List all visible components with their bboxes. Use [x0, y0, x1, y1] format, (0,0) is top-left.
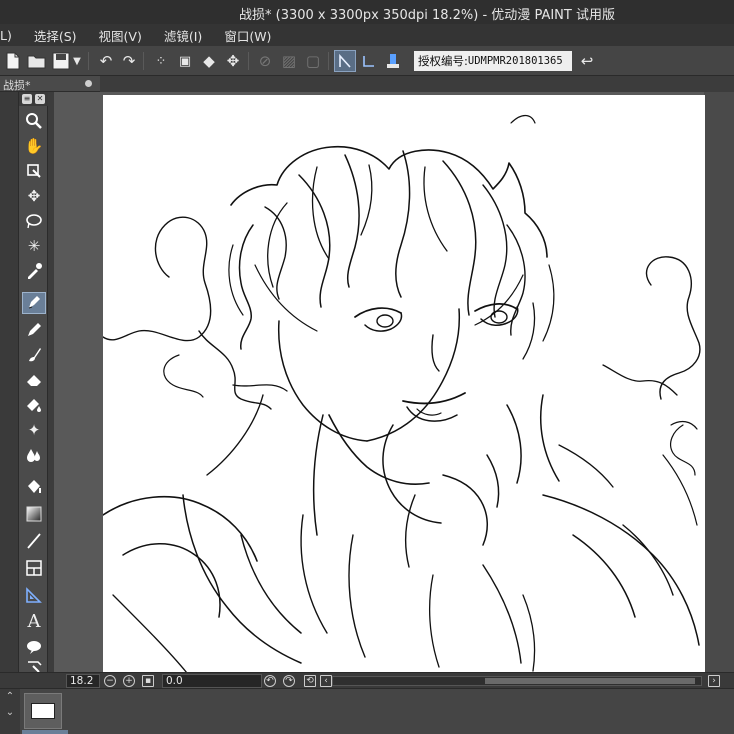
sketch-drawing: [103, 114, 701, 673]
menu-item-filter[interactable]: 滤镜(I): [153, 26, 213, 45]
snap-ruler-icon[interactable]: [334, 50, 356, 72]
snap-grid-icon[interactable]: [358, 50, 380, 72]
left-dock-strip: [0, 92, 18, 676]
hand-tool-icon[interactable]: ✋: [22, 135, 46, 157]
canvas-paper[interactable]: [103, 95, 705, 673]
bottom-panel: ⌃ ⌄: [0, 688, 734, 734]
document-tab-title: 战损*: [3, 79, 31, 92]
vertical-scrollbar[interactable]: [704, 92, 734, 676]
menu-bar: L) 选择(S) 视图(V) 滤镜(I) 窗口(W): [0, 24, 734, 46]
license-code: UDMPMR201801365: [467, 55, 563, 67]
zoom-tool-icon[interactable]: [22, 110, 46, 132]
pencil-tool-icon[interactable]: [22, 319, 46, 341]
rotate-right-icon[interactable]: ↷: [283, 675, 295, 687]
blend-tool-icon[interactable]: [22, 444, 46, 466]
license-label: 授权编号:: [418, 54, 468, 68]
command-toolbar: ▼ ↶ ↷ ⁘ ▣ ◆ ✥ ⊘ ▨ ▢ 授权编号: UDMPMR201801365…: [0, 46, 734, 76]
undo-icon[interactable]: ↶: [95, 50, 117, 72]
tool-palette: ≡ ✕ ✋ ✥ ✳ ✦ A: [18, 92, 49, 676]
window-title: 战损* (3300 x 3300px 350dpi 18.2%) - 优动漫 P…: [239, 8, 615, 23]
palette-header: ≡ ✕: [19, 92, 49, 106]
lasso-tool-icon[interactable]: [22, 210, 46, 232]
brush-tool-icon[interactable]: [22, 344, 46, 366]
transform-icon[interactable]: ▣: [174, 50, 196, 72]
pen-tool-icon[interactable]: [22, 292, 46, 314]
scroll-right-icon[interactable]: ›: [708, 675, 720, 687]
fill-selection-icon[interactable]: ◆: [198, 50, 220, 72]
zoom-out-icon[interactable]: −: [104, 675, 116, 687]
menu-item-window[interactable]: 窗口(W): [213, 26, 282, 45]
palette-close-icon[interactable]: ✕: [35, 94, 45, 104]
gradient-tool-icon[interactable]: [22, 503, 46, 525]
return-arrow-icon[interactable]: ↩: [576, 50, 598, 72]
document-tab[interactable]: 战损*: [0, 76, 100, 92]
fill-tool-icon[interactable]: [22, 394, 46, 416]
horizontal-scrollbar[interactable]: [332, 676, 702, 686]
reset-rotation-icon[interactable]: ⟲: [304, 675, 316, 687]
grid-icon[interactable]: ▨: [278, 50, 300, 72]
object-tool-icon[interactable]: [22, 160, 46, 182]
balloon-tool-icon[interactable]: [22, 636, 46, 658]
scroll-left-icon[interactable]: ‹: [320, 675, 332, 687]
zoom-value-field[interactable]: 18.2: [66, 674, 100, 688]
thumbnail-selected-indicator: [22, 730, 68, 734]
frame-tool-icon[interactable]: [22, 557, 46, 579]
ruler-tool-icon[interactable]: [22, 584, 46, 606]
frame-icon[interactable]: ▢: [302, 50, 324, 72]
toolbar-separator: [143, 52, 144, 70]
text-tool-icon[interactable]: A: [22, 610, 46, 632]
title-bar: 战损* (3300 x 3300px 350dpi 18.2%) - 优动漫 P…: [0, 0, 734, 24]
menu-item-select[interactable]: 选择(S): [23, 26, 88, 45]
redo-icon[interactable]: ↷: [118, 50, 140, 72]
app-window: 战损* (3300 x 3300px 350dpi 18.2%) - 优动漫 P…: [0, 0, 734, 734]
new-file-icon[interactable]: [2, 50, 24, 72]
show-ruler-icon[interactable]: ⊘: [254, 50, 276, 72]
rotation-value-field[interactable]: 0.0: [162, 674, 262, 688]
line-tool-icon[interactable]: [22, 530, 46, 552]
menu-item-partial[interactable]: L): [0, 28, 23, 43]
chevron-down-icon[interactable]: ▼: [70, 50, 84, 72]
tab-close-dot-icon[interactable]: [85, 80, 92, 87]
toolbar-separator: [88, 52, 89, 70]
crop-icon[interactable]: ✥: [222, 50, 244, 72]
open-file-icon[interactable]: [26, 50, 48, 72]
license-number: 授权编号: UDMPMR201801365: [414, 51, 572, 71]
save-file-icon[interactable]: [50, 50, 72, 72]
rotate-left-icon[interactable]: ↶: [264, 675, 276, 687]
magic-wand-tool-icon[interactable]: ✳: [22, 235, 46, 257]
eraser-tool-icon[interactable]: [22, 369, 46, 391]
bucket-tool-icon[interactable]: [22, 476, 46, 498]
status-bar: 18.2 − + ▪ 0.0 ↶ ↷ ⟲ ‹ ›: [0, 672, 734, 688]
panel-collapse-icon[interactable]: ⌃ ⌄: [0, 689, 20, 734]
zoom-in-icon[interactable]: +: [123, 675, 135, 687]
menu-item-view[interactable]: 视图(V): [88, 26, 153, 45]
toolbar-separator: [328, 52, 329, 70]
canvas-thumbnail[interactable]: [24, 693, 62, 729]
toolbar-separator: [248, 52, 249, 70]
horizontal-scroll-thumb[interactable]: [485, 678, 695, 684]
sparkle-tool-icon[interactable]: ✦: [22, 419, 46, 441]
move-tool-icon[interactable]: ✥: [22, 185, 46, 207]
thumbnail-page: [31, 703, 55, 719]
deselect-icon[interactable]: ⁘: [150, 50, 172, 72]
fit-view-icon[interactable]: ▪: [142, 675, 154, 687]
snap-perspective-icon[interactable]: [382, 50, 404, 72]
eyedropper-tool-icon[interactable]: [22, 260, 46, 282]
palette-menu-icon[interactable]: ≡: [22, 94, 32, 104]
